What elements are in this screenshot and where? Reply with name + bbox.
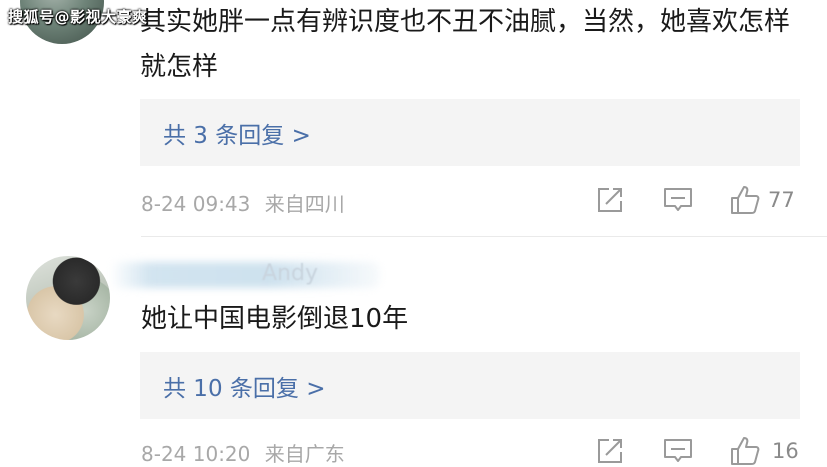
share-icon[interactable] — [596, 437, 624, 465]
comment-icon[interactable] — [663, 186, 693, 214]
timestamp: 8-24 09:43 — [141, 192, 251, 216]
thumbs-up-icon[interactable] — [729, 184, 761, 216]
comment-text: 她让中国电影倒退10年 — [141, 304, 409, 334]
location: 来自广东 — [264, 442, 345, 466]
username-blur — [110, 262, 380, 288]
view-replies-label: 共 10 条回复 > — [163, 375, 326, 402]
view-replies-label: 共 3 条回复 > — [163, 122, 311, 149]
comment-meta: 8-24 09:43 来自四川 — [141, 188, 345, 217]
comment-meta: 8-24 10:20 来自广东 — [141, 438, 345, 467]
thumbs-up-icon[interactable] — [729, 435, 761, 467]
divider — [141, 236, 827, 237]
watermark: 搜狐号@影视大豪爽 — [8, 8, 148, 26]
view-replies-button[interactable]: 共 10 条回复 > — [140, 352, 800, 419]
like-count: 16 — [772, 439, 799, 463]
timestamp: 8-24 10:20 — [141, 442, 251, 466]
comment-icon[interactable] — [663, 437, 693, 465]
location: 来自四川 — [264, 192, 345, 216]
view-replies-button[interactable]: 共 3 条回复 > — [140, 99, 800, 166]
avatar[interactable] — [26, 256, 110, 340]
comment-text: 其实她胖一点有辨识度也不丑不油腻，当然，她喜欢怎样就怎样 — [140, 7, 791, 82]
share-icon[interactable] — [596, 186, 624, 214]
username[interactable]: Andy — [262, 261, 318, 286]
like-count: 77 — [768, 188, 795, 212]
